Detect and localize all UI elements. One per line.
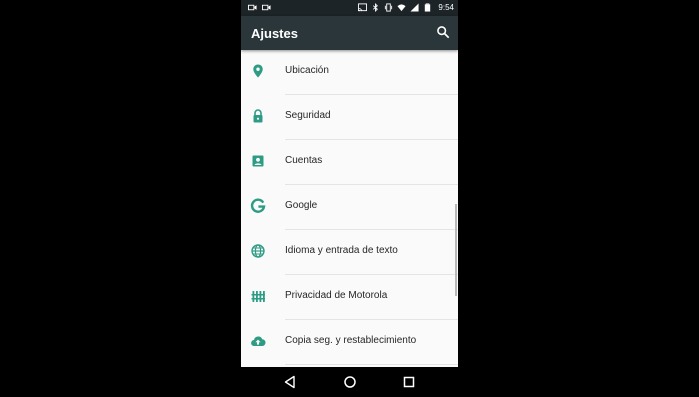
home-icon[interactable]	[343, 375, 357, 389]
wifi-icon	[397, 4, 406, 12]
globe-icon	[251, 244, 265, 258]
google-icon	[250, 198, 266, 213]
status-bar: 9:54	[241, 0, 458, 16]
divider	[285, 364, 458, 365]
battery-icon	[425, 3, 431, 12]
settings-item-label: Cuentas	[285, 155, 323, 166]
settings-item-privacidad[interactable]: Privacidad de Motorola	[241, 275, 458, 320]
settings-list: Ubicación Seguridad Cuentas Google Idiom…	[241, 50, 458, 365]
video-camera-icon	[248, 4, 257, 11]
cloud-upload-icon	[251, 336, 266, 347]
settings-item-google[interactable]: Google	[241, 185, 458, 230]
location-pin-icon	[253, 64, 263, 78]
settings-item-cuentas[interactable]: Cuentas	[241, 140, 458, 185]
settings-item-label: Idioma y entrada de texto	[285, 245, 398, 256]
fence-icon	[251, 291, 265, 302]
settings-item-label: Google	[285, 200, 318, 211]
phone-screen: 9:54 Ajustes Ubicación Seguridad Cuentas…	[241, 0, 458, 397]
navigation-bar	[241, 367, 458, 397]
settings-item-ubicacion[interactable]: Ubicación	[241, 50, 458, 95]
settings-item-label: Copia seg. y restablecimiento	[285, 335, 417, 346]
search-icon[interactable]	[436, 25, 450, 39]
signal-icon	[410, 3, 419, 12]
cast-icon	[358, 3, 368, 12]
settings-item-idioma[interactable]: Idioma y entrada de texto	[241, 230, 458, 275]
video-camera-icon	[262, 4, 271, 11]
app-toolbar: Ajustes	[241, 16, 458, 50]
lock-icon	[253, 109, 263, 123]
recents-icon[interactable]	[402, 375, 416, 389]
settings-item-label: Privacidad de Motorola	[285, 290, 388, 301]
settings-item-seguridad[interactable]: Seguridad	[241, 95, 458, 140]
scrollbar[interactable]	[455, 204, 457, 296]
settings-item-copia-seguridad[interactable]: Copia seg. y restablecimiento	[241, 320, 458, 365]
back-icon[interactable]	[283, 375, 297, 389]
account-box-icon	[252, 155, 264, 167]
settings-item-label: Ubicación	[285, 65, 329, 76]
page-title: Ajustes	[251, 26, 298, 41]
clock: 9:54	[438, 3, 454, 12]
vibrate-icon	[385, 3, 393, 12]
settings-item-label: Seguridad	[285, 110, 331, 121]
bluetooth-icon	[373, 3, 379, 12]
